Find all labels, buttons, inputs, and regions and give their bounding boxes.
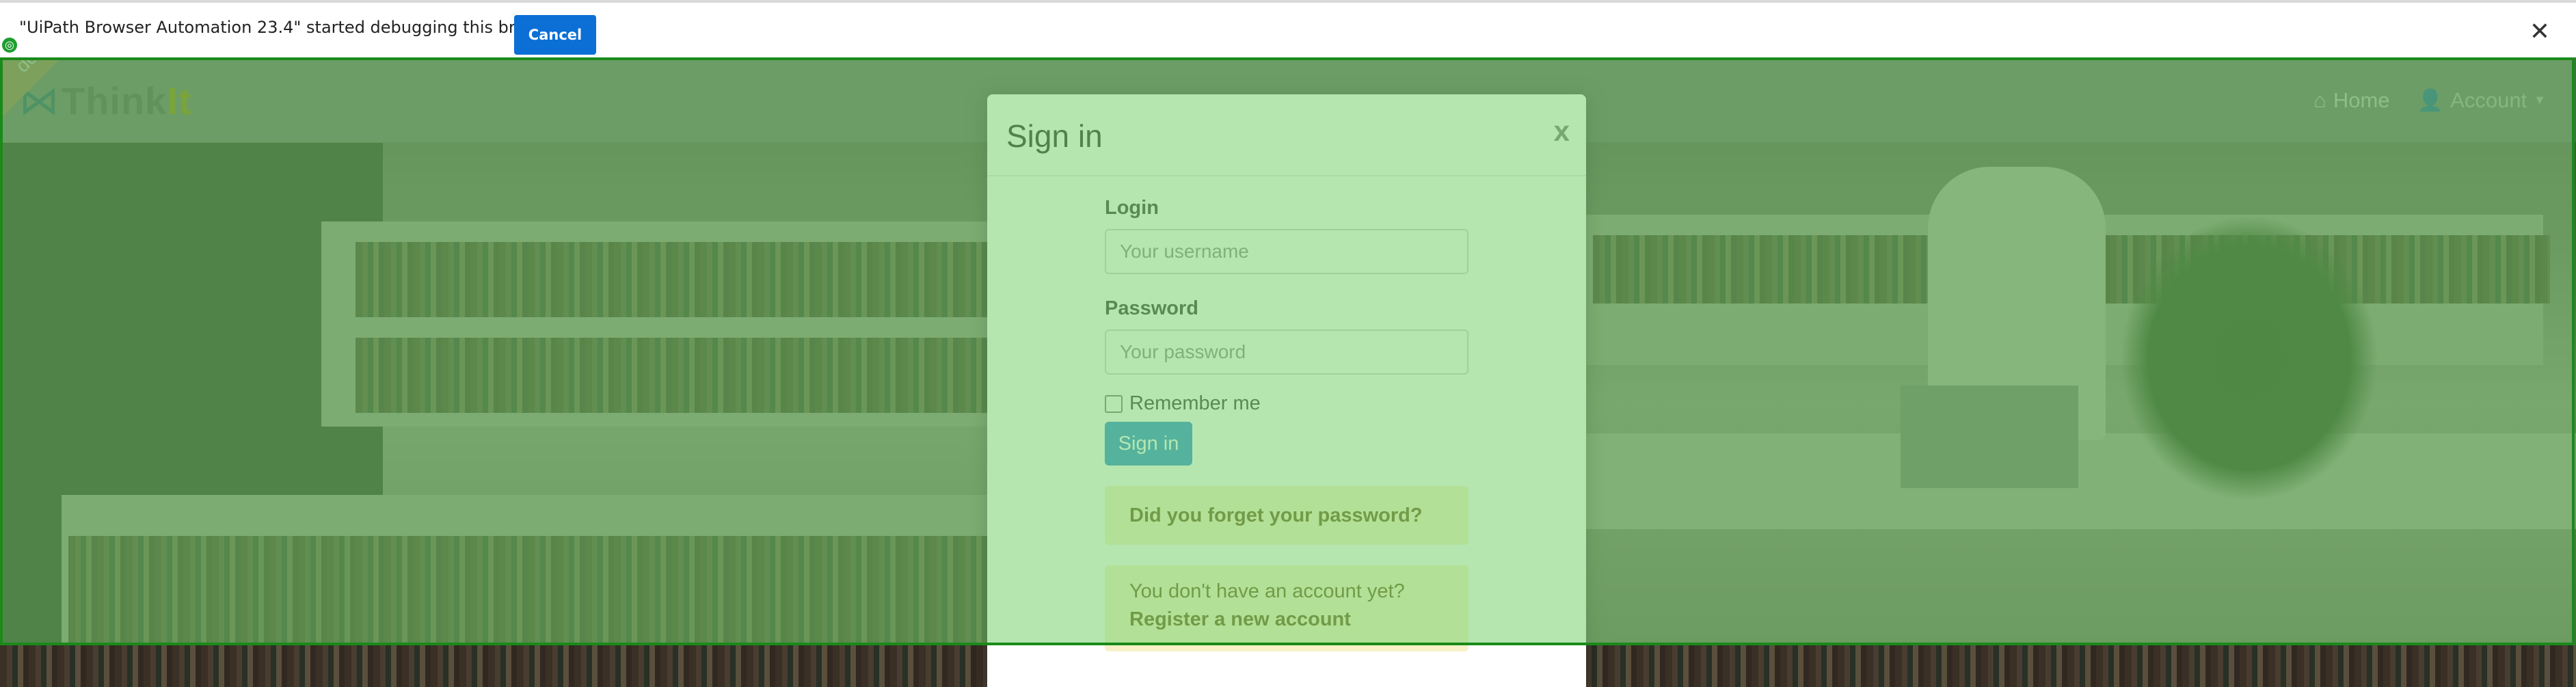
password-input[interactable] (1105, 329, 1468, 375)
remember-me-checkbox[interactable] (1105, 394, 1123, 413)
modal-close-button[interactable]: x (1554, 115, 1570, 148)
login-label: Login (1105, 197, 1159, 219)
register-alert: You don't have an account yet? Register … (1105, 565, 1468, 651)
signin-modal: Sign in x Login Password Remember me Sig… (987, 94, 1586, 687)
signin-form: Login Password Remember me Sign in Did y… (1105, 197, 1468, 651)
debug-bar: "UiPath Browser Automation 23.4" started… (0, 0, 2576, 57)
forgot-password-link[interactable]: Did you forget your password? (1105, 486, 1468, 545)
login-field-group: Login (1105, 197, 1468, 274)
register-link[interactable]: Register a new account (1129, 608, 1444, 631)
signin-button[interactable]: Sign in (1105, 422, 1192, 466)
no-account-text: You don't have an account yet? (1129, 580, 1405, 602)
password-label: Password (1105, 297, 1198, 319)
remember-me-label[interactable]: Remember me (1129, 392, 1261, 415)
username-input[interactable] (1105, 229, 1468, 274)
modal-header: Sign in x (987, 94, 1586, 176)
cancel-debug-button[interactable]: Cancel (514, 15, 596, 55)
close-icon[interactable]: ✕ (2530, 19, 2550, 44)
modal-title: Sign in (1006, 118, 1103, 154)
password-field-group: Password (1105, 297, 1468, 375)
remember-me-group: Remember me (1105, 392, 1468, 415)
uipath-indicator-icon: ◎ (0, 36, 19, 55)
debug-message: "UiPath Browser Automation 23.4" started… (19, 18, 564, 37)
